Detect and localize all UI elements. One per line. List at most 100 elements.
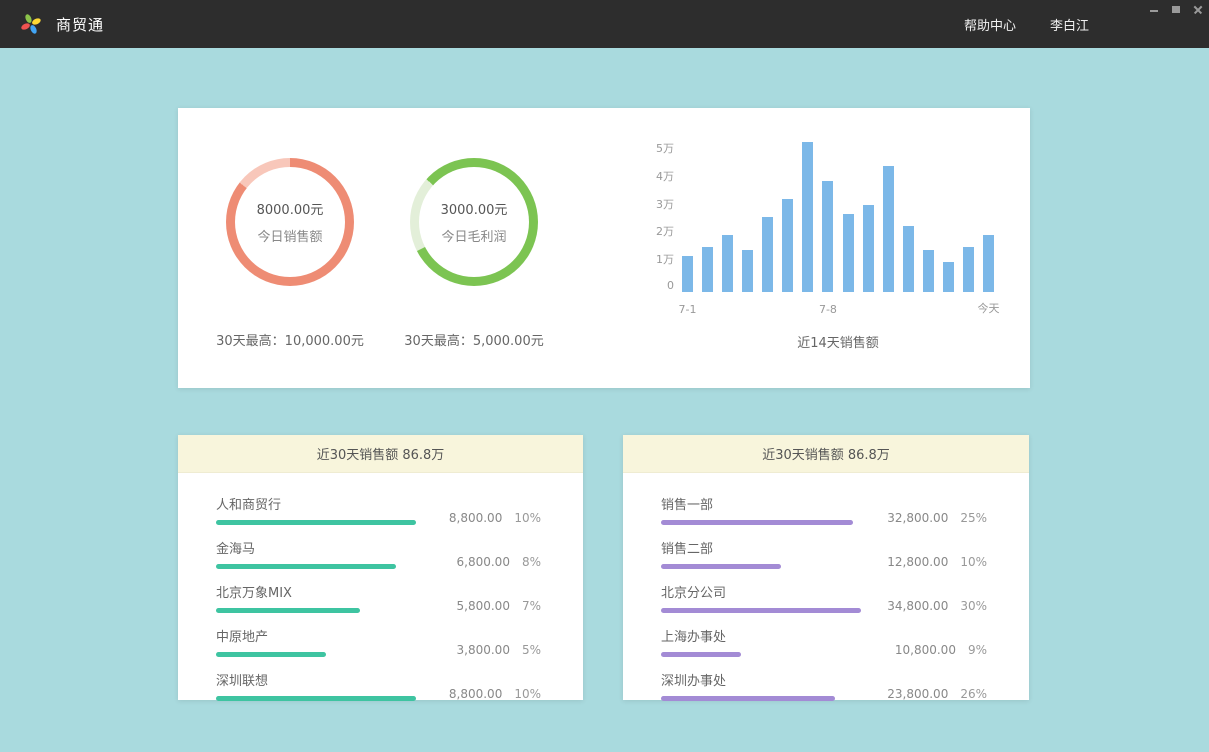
department-rows: 销售一部 32,800.00 25% 销售二部 12,800.00 10% 北京…: [623, 473, 1029, 701]
trend-bar: [762, 217, 773, 292]
department-name: 上海办事处: [661, 626, 861, 645]
customer-amount: 6,800.00: [457, 555, 510, 569]
trend-x-tick: 7-8: [819, 303, 837, 316]
department-name: 北京分公司: [661, 582, 861, 601]
department-amount: 34,800.00: [887, 599, 948, 613]
app-title: 商贸通: [56, 14, 104, 35]
trend-x-tick: 7-1: [679, 303, 697, 316]
sales-trend-chart: 5万4万3万2万1万0 7-17-8今天: [646, 140, 994, 292]
trend-bar: [963, 247, 974, 292]
trend-bar: [802, 142, 813, 292]
topbar-menu: 帮助中心 李白江: [964, 15, 1189, 34]
department-row: 销售二部 12,800.00 10%: [661, 538, 987, 569]
customer-row: 金海马 6,800.00 8%: [216, 538, 541, 569]
department-percent: 30%: [960, 599, 987, 613]
customer-bar: [216, 608, 360, 613]
department-name: 销售一部: [661, 494, 861, 513]
department-bar: [661, 520, 853, 525]
customer-percent: 10%: [514, 511, 541, 525]
customer-card-title: 近30天销售额 86.8万: [178, 435, 583, 473]
app-window: { "topbar": { "app_title": "商贸通", "help"…: [0, 0, 1209, 752]
trend-bar: [822, 181, 833, 292]
trend-y-tick: 5万: [656, 140, 674, 156]
department-amount: 23,800.00: [887, 687, 948, 701]
minimize-button[interactable]: [1149, 5, 1159, 15]
department-bar: [661, 696, 835, 701]
trend-bar: [782, 199, 793, 292]
trend-y-tick: 1万: [656, 251, 674, 267]
today-profit-donut-center: 3000.00元 今日毛利润: [419, 167, 529, 277]
trend-bar: [923, 250, 934, 292]
department-percent: 25%: [960, 511, 987, 525]
department-bar: [661, 564, 781, 569]
department-bar: [661, 608, 861, 613]
today-sales-donut-center: 8000.00元 今日销售额: [235, 167, 345, 277]
customer-percent: 10%: [514, 687, 541, 701]
trend-caption: 近14天销售额: [682, 332, 994, 351]
department-amount: 10,800.00: [895, 643, 956, 657]
trend-y-tick: 0: [667, 279, 674, 292]
trend-bar: [943, 262, 954, 292]
department-percent: 26%: [960, 687, 987, 701]
department-amount: 32,800.00: [887, 511, 948, 525]
customer-percent: 8%: [522, 555, 541, 569]
department-row: 北京分公司 34,800.00 30%: [661, 582, 987, 613]
customer-name: 北京万象MIX: [216, 582, 416, 601]
trend-y-tick: 3万: [656, 196, 674, 212]
customer-name: 金海马: [216, 538, 416, 557]
profit-30day-max: 30天最高：5,000.00元: [374, 330, 574, 349]
today-sales-donut: 8000.00元 今日销售额: [226, 158, 354, 286]
department-row: 深圳办事处 23,800.00 26%: [661, 670, 987, 701]
department-bar: [661, 652, 741, 657]
user-menu[interactable]: 李白江: [1050, 15, 1089, 34]
close-button[interactable]: [1193, 5, 1203, 15]
today-sales-label: 今日销售额: [257, 226, 322, 245]
trend-y-axis: 5万4万3万2万1万0: [646, 140, 682, 292]
overview-card: 8000.00元 今日销售额 30天最高：10,000.00元 3000.00元…: [178, 108, 1030, 388]
trend-bar: [863, 205, 874, 292]
customer-bar: [216, 564, 396, 569]
department-row: 上海办事处 10,800.00 9%: [661, 626, 987, 657]
customer-name: 人和商贸行: [216, 494, 416, 513]
customer-row: 人和商贸行 8,800.00 10%: [216, 494, 541, 525]
customer-row: 中原地产 3,800.00 5%: [216, 626, 541, 657]
customer-bar: [216, 652, 326, 657]
department-row: 销售一部 32,800.00 25%: [661, 494, 987, 525]
help-center-link[interactable]: 帮助中心: [964, 15, 1016, 34]
customer-amount: 3,800.00: [457, 643, 510, 657]
sales-30day-max: 30天最高：10,000.00元: [190, 330, 390, 349]
customer-percent: 7%: [522, 599, 541, 613]
trend-bars: 7-17-8今天: [682, 142, 994, 292]
trend-bar: [722, 235, 733, 292]
trend-x-tick: 今天: [978, 300, 1000, 316]
trend-bar: [742, 250, 753, 292]
trend-bar: [682, 256, 693, 292]
today-profit-label: 今日毛利润: [441, 226, 506, 245]
customer-row: 北京万象MIX 5,800.00 7%: [216, 582, 541, 613]
department-sales-card: 近30天销售额 86.8万 销售一部 32,800.00 25% 销售二部 12…: [623, 435, 1029, 700]
maximize-button[interactable]: [1171, 5, 1181, 15]
department-name: 销售二部: [661, 538, 861, 557]
customer-amount: 5,800.00: [457, 599, 510, 613]
trend-bar: [903, 226, 914, 292]
customer-amount: 8,800.00: [449, 687, 502, 701]
trend-bar: [883, 166, 894, 292]
today-profit-value: 3000.00元: [441, 199, 508, 218]
trend-y-tick: 2万: [656, 223, 674, 239]
window-controls: [1149, 3, 1203, 17]
department-card-title: 近30天销售额 86.8万: [623, 435, 1029, 473]
topbar: 商贸通 帮助中心 李白江: [0, 0, 1209, 48]
department-name: 深圳办事处: [661, 670, 861, 689]
customer-sales-card: 近30天销售额 86.8万 人和商贸行 8,800.00 10% 金海马 6,8…: [178, 435, 583, 700]
department-amount: 12,800.00: [887, 555, 948, 569]
customer-percent: 5%: [522, 643, 541, 657]
customer-bar: [216, 696, 416, 701]
trend-bar: [702, 247, 713, 292]
trend-bar: [983, 235, 994, 292]
department-percent: 10%: [960, 555, 987, 569]
today-profit-donut: 3000.00元 今日毛利润: [410, 158, 538, 286]
customer-name: 深圳联想: [216, 670, 416, 689]
customer-rows: 人和商贸行 8,800.00 10% 金海马 6,800.00 8% 北京万象M…: [178, 473, 583, 701]
app-logo-icon: [20, 12, 44, 36]
today-sales-value: 8000.00元: [257, 199, 324, 218]
